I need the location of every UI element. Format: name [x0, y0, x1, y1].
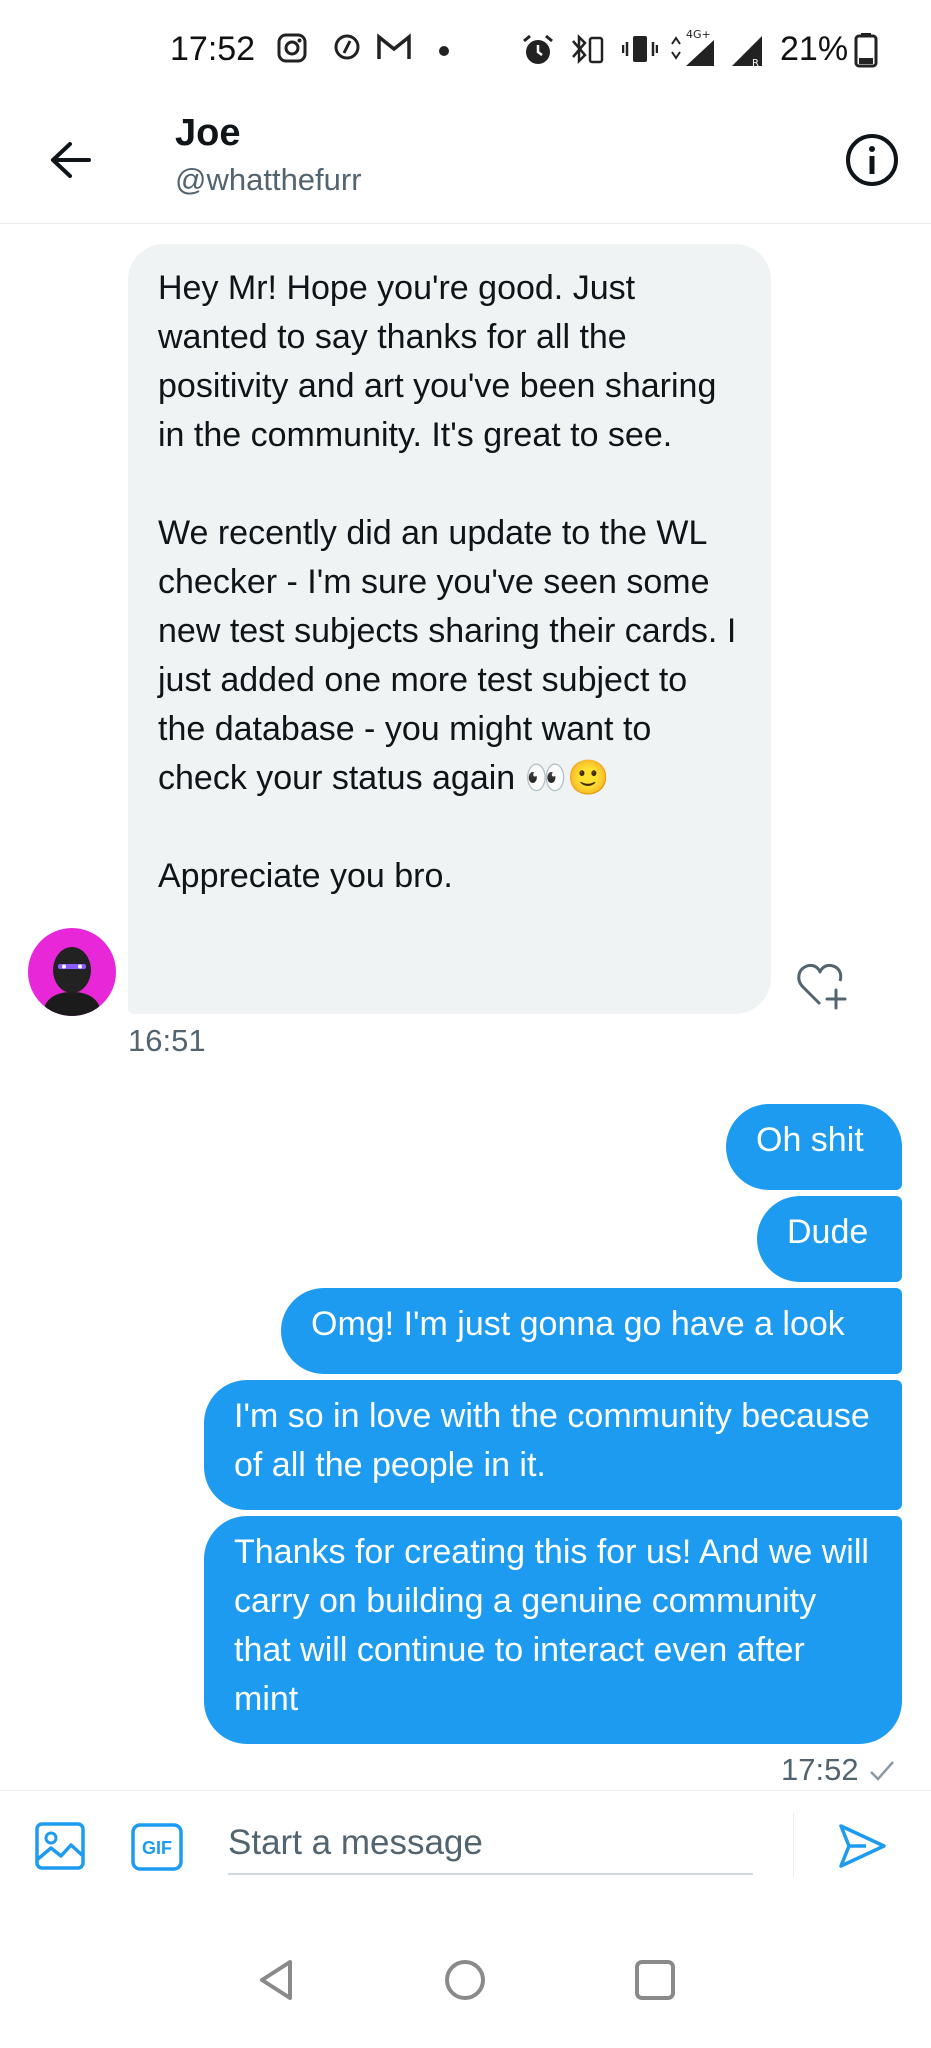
app-notification-icon [332, 32, 362, 67]
nav-recents-icon[interactable] [633, 1958, 677, 2007]
mobile-data-icon: 4G+ [668, 26, 724, 75]
contact-handle[interactable]: @whatthefurr [175, 162, 362, 198]
sent-message-bubble[interactable]: I'm so in love with the community becaus… [204, 1380, 902, 1510]
sent-message-text: I'm so in love with the community becaus… [234, 1397, 870, 1484]
battery-percentage: 21% [780, 30, 849, 68]
sent-timestamp: 17:52 [781, 1752, 859, 1787]
received-timestamp: 16:51 [128, 1023, 206, 1058]
vibrate-icon [621, 32, 659, 71]
sent-checkmark-icon [868, 1758, 896, 1784]
system-navigation-bar [0, 1940, 931, 2020]
network-type-text: 4G+ [686, 28, 711, 41]
message-paragraph: Appreciate you bro. [158, 857, 453, 895]
message-paragraph: Hey Mr! Hope you're good. Just wanted to… [158, 269, 726, 454]
received-message-bubble[interactable]: Hey Mr! Hope you're good. Just wanted to… [128, 244, 771, 1014]
sent-message-text: Dude [787, 1213, 869, 1251]
gif-icon[interactable]: GIF [130, 1822, 184, 1877]
sent-message-text: Omg! I'm just gonna go have a look [311, 1305, 845, 1343]
sent-message-bubble[interactable]: Dude [757, 1196, 902, 1282]
sent-message-bubble[interactable]: Omg! I'm just gonna go have a look [281, 1288, 902, 1374]
nav-home-icon[interactable] [443, 1958, 487, 2007]
contact-name[interactable]: Joe [175, 112, 240, 155]
signal-icon: R [730, 32, 766, 73]
bluetooth-icon [570, 32, 606, 71]
status-time: 17:52 [170, 30, 256, 68]
nav-back-icon[interactable] [256, 1958, 296, 2007]
conversation-info-icon[interactable] [842, 130, 902, 190]
alarm-icon [520, 32, 556, 73]
message-input[interactable] [228, 1813, 753, 1875]
gif-label: GIF [142, 1838, 172, 1858]
composer-divider [793, 1813, 794, 1877]
gmail-icon [376, 32, 412, 67]
image-upload-icon[interactable] [34, 1821, 86, 1876]
contact-avatar[interactable] [28, 928, 116, 1016]
message-composer: GIF [0, 1790, 931, 1910]
sent-message-text: Thanks for creating this for us! And we … [234, 1533, 869, 1718]
instagram-icon [276, 32, 308, 69]
more-notifications-dot-icon [438, 44, 450, 62]
sent-message-bubble[interactable]: Thanks for creating this for us! And we … [204, 1516, 902, 1744]
battery-icon [854, 32, 878, 73]
react-heart-icon[interactable] [794, 960, 850, 1012]
conversation-header: Joe @whatthefurr [0, 100, 931, 224]
message-paragraph: We recently did an update to the WL chec… [158, 514, 746, 797]
sent-message-text: Oh shit [756, 1121, 864, 1159]
status-bar: 17:52 4G+ R 21% [0, 0, 931, 100]
send-icon[interactable] [836, 1821, 888, 1876]
sent-message-bubble[interactable]: Oh shit [726, 1104, 902, 1190]
svg-text:R: R [752, 58, 759, 68]
back-arrow-icon[interactable] [40, 130, 100, 190]
